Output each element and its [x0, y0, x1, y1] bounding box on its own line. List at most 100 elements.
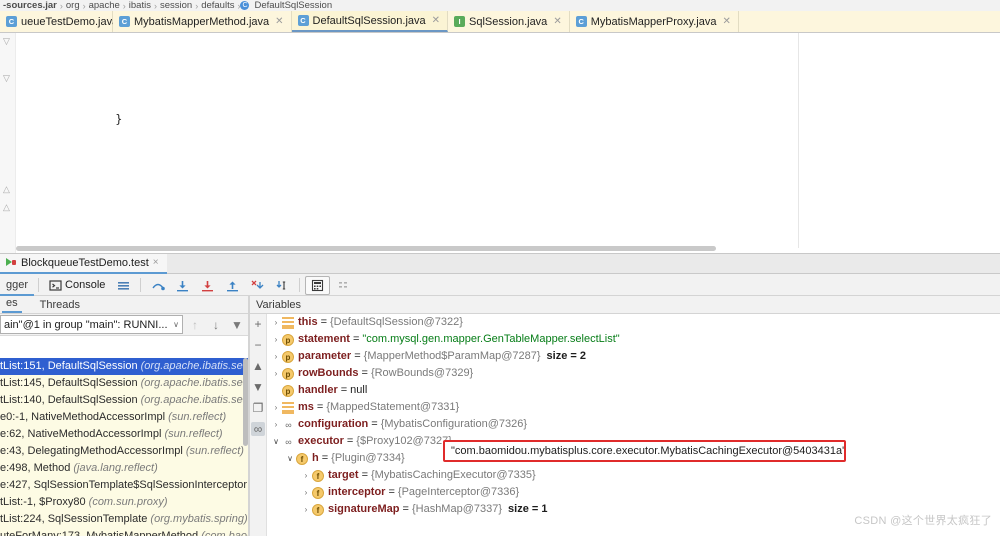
console-label: Console	[65, 279, 106, 291]
chevron-right-icon[interactable]: ›	[300, 501, 312, 518]
frame-row[interactable]: uteForMany:173, MybatisMapperMethod (com…	[0, 528, 248, 536]
step-out-icon	[226, 279, 239, 292]
thread-selector[interactable]: ain"@1 in group "main": RUNNI... ∨	[0, 315, 183, 334]
close-icon[interactable]: ✕	[275, 16, 283, 27]
frame-row[interactable]: tList:-1, $Proxy80 (com.sun.proxy)	[0, 494, 248, 511]
equals-sign: =	[346, 435, 354, 447]
equals-sign: =	[320, 316, 327, 328]
evaluate-expression-button[interactable]	[305, 275, 331, 295]
filter-frames-icon[interactable]: ▼	[228, 316, 246, 334]
variables-title: Variables	[250, 296, 1000, 314]
breadcrumb-item-0[interactable]: -sources.jar	[0, 0, 60, 11]
chevron-down-icon[interactable]: ∨	[284, 450, 296, 467]
tab-defaultsqlsession[interactable]: C DefaultSqlSession.java ✕	[291, 11, 449, 32]
chevron-right-icon[interactable]: ›	[270, 416, 282, 433]
class-icon: C	[575, 16, 587, 27]
variable-name: executor	[298, 435, 344, 447]
copy-value-button[interactable]: ❐	[251, 401, 265, 415]
chevron-right-icon[interactable]: ›	[300, 467, 312, 484]
variable-row[interactable]: › p rowBounds = {RowBounds@7329}	[268, 365, 1000, 382]
frame-row[interactable]: e:427, SqlSessionTemplate$SqlSessionInte…	[0, 477, 248, 494]
breadcrumb-item-5[interactable]: defaults	[198, 0, 237, 11]
force-step-into-button[interactable]	[196, 276, 219, 295]
chevron-right-icon[interactable]: ›	[270, 399, 282, 416]
frame-label: e:43, DelegatingMethodAccessorImpl	[0, 445, 186, 457]
frame-row[interactable]: e0:-1, NativeMethodAccessorImpl (sun.ref…	[0, 409, 248, 426]
frames-list[interactable]: tList:151, DefaultSqlSession (org.apache…	[0, 358, 248, 536]
step-out-button[interactable]	[221, 276, 244, 295]
variable-row[interactable]: › this = {DefaultSqlSession@7322}	[268, 314, 1000, 331]
move-down-button[interactable]: ▼	[251, 380, 265, 394]
run-tab-blockqueuetestdemo[interactable]: BlockqueueTestDemo.test ×	[0, 253, 167, 274]
breadcrumb-item-6[interactable]: DefaultSqlSession	[251, 0, 335, 11]
frame-row[interactable]: tList:140, DefaultSqlSession (org.apache…	[0, 392, 248, 409]
variable-row[interactable]: › f target = {MybatisCachingExecutor@733…	[268, 467, 1000, 484]
tab-mybatismapperproxy[interactable]: C MybatisMapperProxy.java ✕	[569, 11, 739, 32]
close-icon[interactable]: ×	[153, 257, 159, 268]
variable-row[interactable]: › p parameter = {MapperMethod$ParamMap@7…	[268, 348, 1000, 365]
frame-row[interactable]: tList:145, DefaultSqlSession (org.apache…	[0, 375, 248, 392]
fold-icon[interactable]: △	[3, 185, 12, 194]
tab-sqlsession[interactable]: I SqlSession.java ✕	[448, 11, 570, 32]
code-editor[interactable]: ▽ ▽ △ △ } private <E> List<E> selectList…	[0, 33, 1000, 254]
tab-debugger[interactable]: gger	[0, 275, 35, 296]
add-watch-button[interactable]: +	[251, 317, 265, 331]
frame-down-button[interactable]: ↓	[207, 316, 225, 334]
remove-watch-button[interactable]: −	[251, 338, 265, 352]
equals-sign: =	[352, 333, 360, 345]
chevron-right-icon[interactable]: ›	[300, 484, 312, 501]
tab-frames[interactable]: es	[2, 297, 22, 313]
parameter-icon: p	[282, 367, 294, 380]
editor-horizontal-scrollbar[interactable]	[16, 246, 716, 251]
run-to-cursor-button[interactable]	[271, 276, 294, 295]
layout-settings-button[interactable]	[112, 276, 135, 295]
settings-button[interactable]	[332, 276, 355, 295]
settings-grid-icon	[337, 279, 350, 292]
frame-row[interactable]: tList:224, SqlSessionTemplate (org.mybat…	[0, 511, 248, 528]
frame-row[interactable]: e:498, Method (java.lang.reflect)	[0, 460, 248, 477]
move-up-button[interactable]: ▲	[251, 359, 265, 373]
close-icon[interactable]: ✕	[722, 16, 730, 27]
chevron-down-icon[interactable]: ∨	[173, 320, 179, 329]
field-icon: f	[312, 503, 324, 516]
inspect-object-button[interactable]: ∞	[251, 422, 265, 436]
frame-row[interactable]: e:62, NativeMethodAccessorImpl (sun.refl…	[0, 426, 248, 443]
frame-row[interactable]: tList:151, DefaultSqlSession (org.apache…	[0, 358, 248, 375]
close-icon[interactable]: ✕	[553, 16, 561, 27]
chevron-right-icon[interactable]: ›	[270, 348, 282, 365]
step-over-button[interactable]	[146, 276, 169, 295]
frame-row[interactable]: e:43, DelegatingMethodAccessorImpl (sun.…	[0, 443, 248, 460]
console-button[interactable]: Console	[44, 276, 110, 295]
chevron-right-icon[interactable]: ›	[270, 314, 282, 331]
step-over-icon	[151, 279, 166, 292]
variable-row[interactable]: › p statement = "com.mysql.gen.mapper.Ge…	[268, 331, 1000, 348]
breadcrumb-item-1[interactable]: org	[63, 0, 83, 11]
chevron-right-icon[interactable]: ›	[270, 331, 282, 348]
fold-icon[interactable]: ▽	[3, 74, 12, 83]
frame-up-button[interactable]: ↑	[186, 316, 204, 334]
console-icon	[49, 279, 62, 292]
chevron-right-icon[interactable]: ›	[270, 365, 282, 382]
fold-icon[interactable]: △	[3, 203, 12, 212]
breadcrumb-item-3[interactable]: ibatis	[126, 0, 154, 11]
variable-row[interactable]: › ∞ configuration = {MybatisConfiguratio…	[268, 416, 1000, 433]
code-content[interactable]: } private <E> List<E> selectList(String …	[16, 33, 1000, 254]
breadcrumb-item-2[interactable]: apache	[86, 0, 123, 11]
chevron-down-icon[interactable]: ∨	[270, 433, 282, 450]
frame-package: (sun.reflect)	[185, 445, 244, 457]
close-icon[interactable]: ✕	[432, 15, 440, 26]
variable-row[interactable]: › ms = {MappedStatement@7331}	[268, 399, 1000, 416]
breadcrumb-item-4[interactable]: session	[157, 0, 195, 11]
tab-threads[interactable]: Threads	[36, 299, 84, 313]
variable-row[interactable]: › f interceptor = {PageInterceptor@7336}	[268, 484, 1000, 501]
tab-mybatismappermethod[interactable]: C MybatisMapperMethod.java ✕	[113, 11, 292, 32]
parameter-icon: p	[282, 333, 294, 346]
drop-frame-button[interactable]	[246, 276, 269, 295]
variables-tree[interactable]: › this = {DefaultSqlSession@7322} › p st…	[268, 314, 1000, 536]
fold-icon[interactable]: ▽	[3, 37, 12, 46]
variable-name: parameter	[298, 350, 352, 362]
editor-gutter[interactable]: ▽ ▽ △ △	[0, 33, 16, 254]
tab-ueuetestdemo[interactable]: C ueueTestDemo.java ✕	[0, 11, 133, 32]
step-into-button[interactable]	[171, 276, 194, 295]
variable-row[interactable]: p handler = null	[268, 382, 1000, 399]
